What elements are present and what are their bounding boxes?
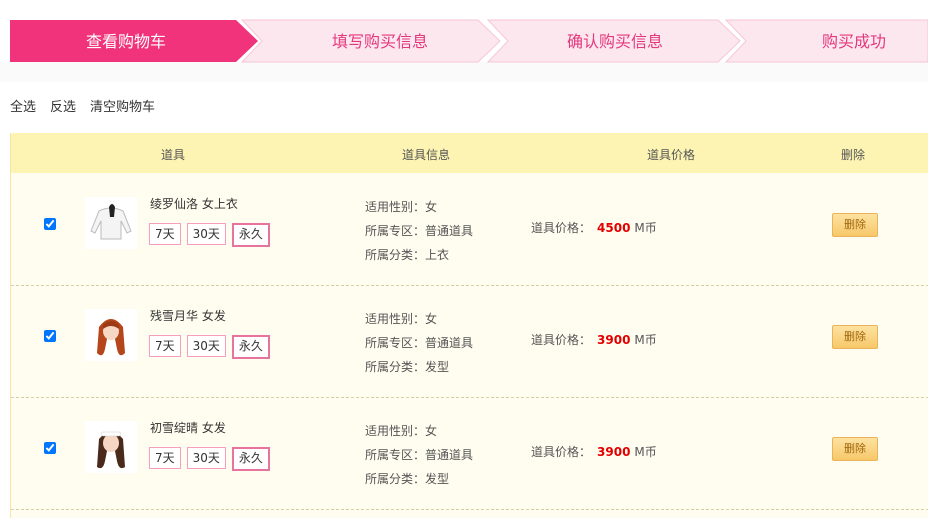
option-permanent[interactable]: 永久 (231, 335, 270, 359)
item-category: 所属分类：发型 (365, 472, 450, 486)
item-gender: 适用性别：女 (365, 200, 438, 214)
step-fill-info: 填写购买信息 (332, 32, 429, 51)
item-gender: 适用性别：女 (365, 312, 438, 326)
option-30-days[interactable]: 30天 (186, 335, 226, 357)
item-thumbnail-hair (85, 309, 137, 361)
price-value: 4500 (597, 221, 631, 235)
header-info: 道具信息 (402, 148, 451, 162)
item-thumbnail-top (85, 197, 137, 249)
option-7-days[interactable]: 7天 (149, 223, 181, 245)
price-label: 道具价格： (531, 445, 592, 459)
table-row: 绫罗仙洛 女上衣 7天 30天 永久 适用性别：女 所属专区：普通道具 所属分类… (11, 173, 928, 286)
invert-selection-link[interactable]: 反选 (50, 96, 76, 115)
step-confirm-info: 确认购买信息 (567, 32, 664, 51)
item-name: 初雪绽晴 女发 (150, 421, 226, 435)
price-label: 道具价格： (531, 333, 592, 347)
item-category: 所属分类：发型 (365, 360, 450, 374)
item-checkbox[interactable] (44, 330, 56, 342)
header-delete: 删除 (841, 148, 866, 162)
item-checkbox[interactable] (44, 218, 56, 230)
delete-button[interactable]: 删除 (832, 437, 878, 461)
item-name: 残雪月华 女发 (150, 309, 226, 323)
header-price: 道具价格 (647, 148, 696, 162)
price-unit: M币 (634, 445, 657, 459)
option-permanent[interactable]: 永久 (231, 223, 270, 247)
option-permanent[interactable]: 永久 (231, 447, 270, 471)
delete-button[interactable]: 删除 (832, 213, 878, 237)
item-name: 绫罗仙洛 女上衣 (150, 197, 238, 211)
cart-table: 道具 道具信息 道具价格 删除 绫罗仙洛 女上衣 7天 30天 永久 适用性别：… (10, 133, 928, 518)
duration-options: 7天 30天 永久 (149, 335, 270, 359)
option-7-days[interactable]: 7天 (149, 335, 181, 357)
price-unit: M币 (634, 333, 657, 347)
item-zone: 所属专区：普通道具 (365, 448, 474, 462)
item-thumbnail-hair (85, 421, 137, 473)
price-value: 3900 (597, 333, 631, 347)
item-zone: 所属专区：普通道具 (365, 224, 474, 238)
option-7-days[interactable]: 7天 (149, 447, 181, 469)
table-row: 残雪月华 女发 7天 30天 永久 适用性别：女 所属专区：普通道具 所属分类：… (11, 285, 928, 398)
duration-options: 7天 30天 永久 (149, 223, 270, 247)
price-label: 道具价格： (531, 221, 592, 235)
delete-button[interactable]: 删除 (832, 325, 878, 349)
clear-cart-link[interactable]: 清空购物车 (90, 96, 155, 115)
item-price: 道具价格： 3900 M币 (531, 331, 657, 348)
item-info: 适用性别：女 所属专区：普通道具 所属分类：发型 (365, 419, 473, 491)
option-30-days[interactable]: 30天 (186, 447, 226, 469)
item-zone: 所属专区：普通道具 (365, 336, 474, 350)
progress-steps: 查看购物车 填写购买信息 确认购买信息 购买成功 (0, 0, 928, 82)
item-price: 道具价格： 3900 M币 (531, 443, 657, 460)
select-all-link[interactable]: 全选 (10, 96, 36, 115)
option-30-days[interactable]: 30天 (186, 223, 226, 245)
item-checkbox[interactable] (44, 442, 56, 454)
item-price: 道具价格： 4500 M币 (531, 219, 657, 236)
item-info: 适用性别：女 所属专区：普通道具 所属分类：发型 (365, 307, 473, 379)
table-row: 初雪绽晴 女发 7天 30天 永久 适用性别：女 所属专区：普通道具 所属分类：… (11, 397, 928, 510)
table-header: 道具 道具信息 道具价格 删除 (11, 133, 928, 173)
duration-options: 7天 30天 永久 (149, 447, 270, 471)
item-category: 所属分类：上衣 (365, 248, 450, 262)
cart-actions: 全选 反选 清空购物车 (10, 96, 155, 115)
item-info: 适用性别：女 所属专区：普通道具 所属分类：上衣 (365, 195, 473, 267)
header-item: 道具 (161, 148, 186, 162)
item-gender: 适用性别：女 (365, 424, 438, 438)
step-success: 购买成功 (822, 32, 887, 51)
step-view-cart: 查看购物车 (86, 32, 167, 51)
price-value: 3900 (597, 445, 631, 459)
price-unit: M币 (634, 221, 657, 235)
